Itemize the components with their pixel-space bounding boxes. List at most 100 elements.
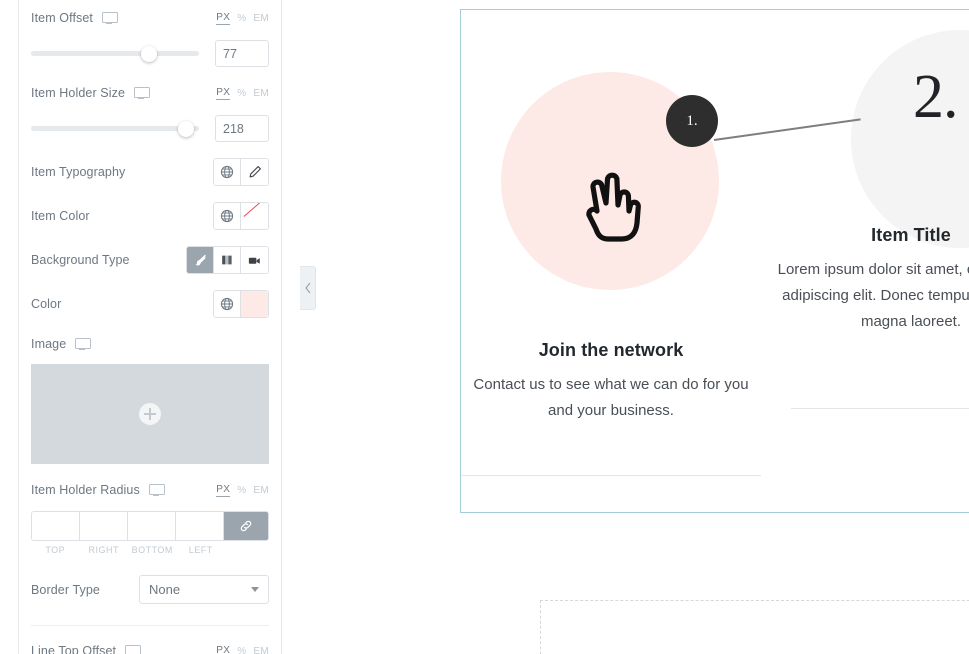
unit-px[interactable]: PX — [216, 87, 231, 100]
item-divider-1 — [461, 475, 761, 476]
connector-line — [713, 118, 861, 141]
control-header: Image — [31, 334, 269, 354]
item-title-2: Item Title — [871, 225, 951, 245]
unit-switcher: PX % EM — [216, 645, 269, 654]
slider-row — [31, 115, 269, 142]
section-divider — [31, 625, 269, 626]
control-label: Item Color — [31, 209, 90, 223]
globe-icon[interactable] — [214, 159, 241, 185]
control-item-color: Item Color — [31, 193, 269, 237]
item-holder-size-input[interactable] — [215, 115, 269, 142]
pencil-icon[interactable] — [241, 159, 268, 185]
radius-right-input[interactable] — [80, 512, 127, 540]
control-label: Image — [31, 337, 67, 351]
globe-icon[interactable] — [214, 203, 241, 229]
control-label: Item Offset — [31, 11, 94, 25]
radius-bottom-input[interactable] — [128, 512, 175, 540]
desktop-icon[interactable] — [134, 87, 150, 99]
control-header: Line Top Offset PX % EM — [31, 641, 269, 654]
color-buttons — [213, 290, 269, 318]
desktop-icon[interactable] — [125, 645, 142, 654]
unit-px[interactable]: PX — [216, 645, 230, 654]
plus-icon — [139, 403, 161, 425]
label-right: RIGHT — [88, 545, 119, 555]
control-label: Background Type — [31, 253, 130, 267]
unit-switcher: PX % EM — [216, 484, 269, 497]
control-header: Color — [31, 290, 269, 318]
settings-panel: Item Offset PX % EM Item Holder Size — [18, 0, 282, 654]
item-holder-size-slider[interactable] — [31, 120, 199, 137]
desktop-icon[interactable] — [148, 484, 165, 496]
border-type-select[interactable]: None — [139, 575, 269, 604]
drop-placeholder[interactable] — [540, 600, 969, 654]
radius-left-input[interactable] — [176, 512, 223, 540]
slider-knob[interactable] — [177, 120, 194, 137]
radius-right-cell — [80, 512, 128, 540]
unit-switcher: PX % EM — [216, 12, 269, 25]
border-type-select-wrap: None — [139, 575, 269, 604]
canvas-preview[interactable]: 1. 2. Join the network Contact us to see… — [460, 9, 969, 513]
item-content-1: Join the network Contact us to see what … — [461, 340, 761, 424]
label-bottom: BOTTOM — [131, 545, 173, 555]
control-label: Line Top Offset — [31, 644, 117, 654]
control-header: Background Type — [31, 246, 269, 274]
unit-percent[interactable]: % — [237, 13, 246, 24]
item-badge-2: 2. — [913, 62, 958, 133]
unit-switcher: PX % EM — [216, 87, 269, 100]
color-swatch[interactable] — [241, 291, 268, 317]
border-type-value: None — [149, 582, 181, 597]
chevron-left-icon — [304, 282, 310, 294]
label-left: LEFT — [188, 545, 213, 555]
control-header: Item Offset PX % EM — [31, 8, 269, 28]
item-color-buttons — [213, 202, 269, 230]
image-upload-area[interactable] — [31, 364, 269, 464]
control-header: Item Color — [31, 202, 269, 230]
radius-top-cell — [32, 512, 80, 540]
unit-px[interactable]: PX — [216, 484, 231, 497]
page-builder-screen: Item Offset PX % EM Item Holder Size — [0, 0, 969, 654]
item-description-2: Lorem ipsum dolor sit amet, consectetur … — [777, 261, 969, 330]
item-offset-slider[interactable] — [31, 45, 199, 62]
link-icon[interactable] — [224, 512, 268, 540]
control-label: Item Holder Size — [31, 86, 125, 100]
unit-em[interactable]: EM — [253, 485, 269, 496]
no-color-swatch[interactable] — [241, 203, 268, 229]
item-title-1: Join the network — [538, 340, 684, 360]
item-divider-2 — [791, 408, 969, 409]
radius-bottom-cell — [128, 512, 176, 540]
control-header: Item Holder Size PX % EM — [31, 83, 269, 103]
radius-left-cell — [176, 512, 224, 540]
unit-percent[interactable]: % — [237, 485, 246, 496]
globe-icon[interactable] — [214, 291, 241, 317]
item-offset-input[interactable] — [215, 40, 269, 67]
video-icon[interactable] — [241, 247, 268, 273]
unit-percent[interactable]: % — [237, 646, 246, 654]
control-label: Border Type — [31, 582, 100, 597]
background-type-buttons — [186, 246, 269, 274]
unit-em[interactable]: EM — [253, 13, 269, 24]
slider-knob[interactable] — [140, 45, 157, 62]
control-item-holder-size: Item Holder Size PX % EM — [31, 74, 269, 149]
slider-row — [31, 40, 269, 67]
panel-collapse-toggle[interactable] — [300, 266, 316, 310]
unit-px[interactable]: PX — [216, 12, 231, 25]
unit-em[interactable]: EM — [253, 646, 269, 654]
label-top: TOP — [45, 545, 66, 555]
control-background-type: Background Type — [31, 237, 269, 281]
control-image: Image — [31, 325, 269, 471]
radius-top-input[interactable] — [32, 512, 79, 540]
brush-icon[interactable] — [187, 247, 214, 273]
typography-buttons — [213, 158, 269, 186]
desktop-icon[interactable] — [102, 12, 119, 24]
control-border-type: Border Type None — [31, 562, 269, 611]
desktop-icon[interactable] — [75, 338, 92, 350]
radius-inputs — [31, 511, 269, 541]
unit-em[interactable]: EM — [253, 88, 269, 99]
control-color: Color — [31, 281, 269, 325]
unit-percent[interactable]: % — [237, 88, 246, 99]
gradient-icon[interactable] — [214, 247, 241, 273]
control-label: Item Typography — [31, 165, 126, 179]
item-badge-1-label: 1. — [686, 112, 698, 129]
control-label: Color — [31, 297, 62, 311]
control-header: Item Typography — [31, 158, 269, 186]
